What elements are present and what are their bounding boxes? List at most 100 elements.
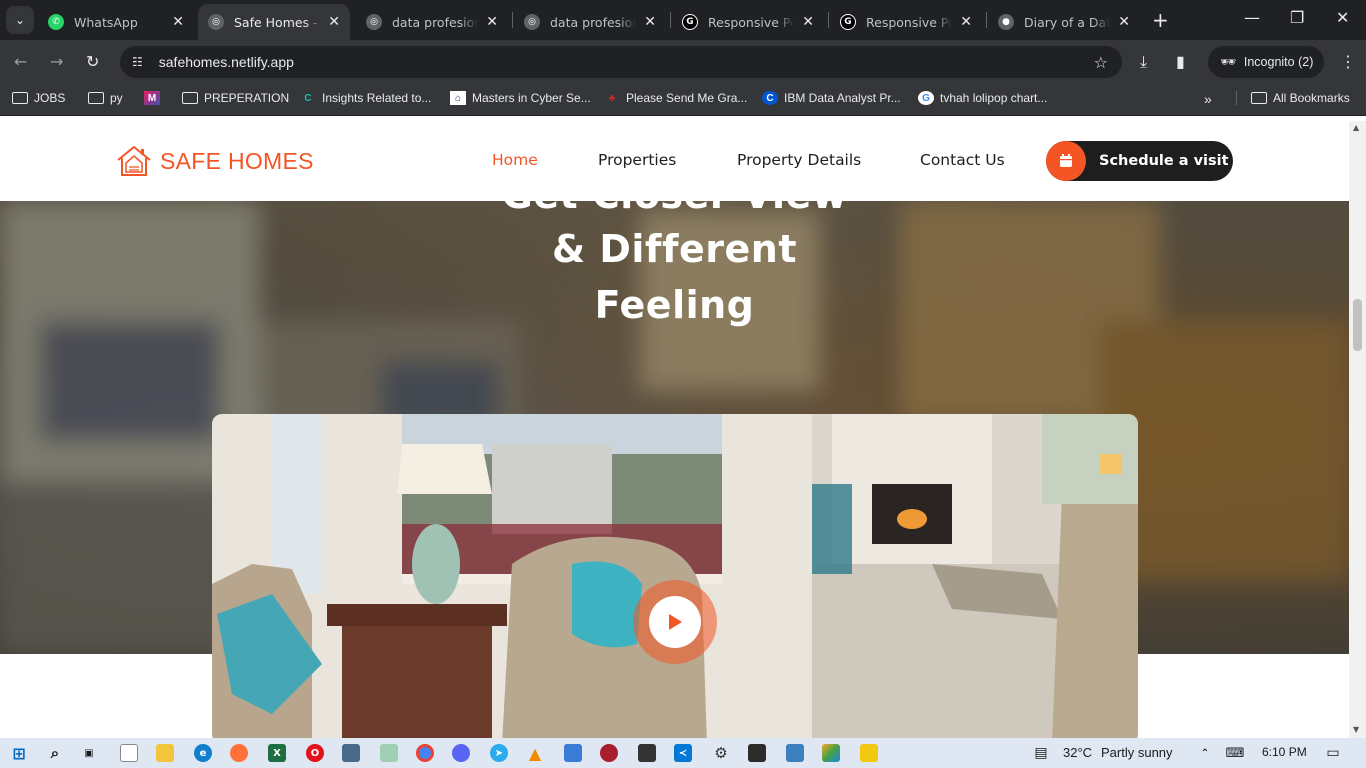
bookmark-ibm[interactable]: C IBM Data Analyst Pr... [762,91,901,105]
keyboard-icon[interactable]: ⌨ [1226,744,1245,762]
bookmark-insights[interactable]: C Insights Related to... [300,91,431,105]
bookmark-tvhah[interactable]: G tvhah lolipop chart... [918,91,1047,105]
github-icon: G [682,14,698,30]
close-icon[interactable]: ✕ [960,14,972,30]
app-icon[interactable] [380,744,398,762]
vscode-icon[interactable]: ≺ [674,744,692,762]
close-window-icon[interactable]: ✕ [1336,8,1349,27]
close-icon[interactable]: ✕ [1118,14,1130,30]
forward-icon[interactable]: → [50,52,63,71]
whatsapp-icon: ✆ [48,14,64,30]
minimize-icon[interactable]: — [1244,8,1260,27]
close-icon[interactable]: ✕ [172,14,184,30]
weather-icon[interactable]: ▤ [1032,744,1050,762]
site-info-icon[interactable]: ☷ [132,55,143,69]
firefox-icon[interactable] [230,744,248,762]
calendar-icon [1046,141,1086,181]
play-button[interactable] [633,580,717,664]
reload-icon[interactable]: ↻ [86,52,99,71]
bookmark-please-send[interactable]: ♣ Please Send Me Gra... [604,91,748,105]
tab-data-profesional-1[interactable]: ◎ data profesional ✕ [356,4,508,40]
nav-property-details[interactable]: Property Details [737,151,861,169]
app-icon[interactable] [822,744,840,762]
bookmark-label: Insights Related to... [322,91,432,105]
search-icon[interactable]: ⌕ [46,744,64,762]
all-bookmarks[interactable]: All Bookmarks [1236,91,1350,105]
tab-whatsapp[interactable]: ✆ WhatsApp ✕ [38,4,194,40]
close-icon[interactable]: ✕ [802,14,814,30]
excel-icon[interactable]: X [268,744,286,762]
menu-kebab-icon[interactable]: ⋮ [1340,52,1356,71]
close-icon[interactable]: ✕ [644,14,656,30]
terminal-icon[interactable] [748,744,766,762]
tab-title: data profesional [392,14,478,30]
task-view-icon[interactable]: ▣ [80,744,98,762]
nav-properties[interactable]: Properties [598,151,676,169]
more-bookmarks-icon[interactable]: » [1204,91,1212,107]
bookmark-star-icon[interactable]: ☆ [1094,53,1108,72]
bookmark-masters-cyber[interactable]: ⌂ Masters in Cyber Se... [450,91,591,105]
folder-icon [182,92,198,104]
app-icon[interactable] [342,744,360,762]
page-scrollbar[interactable]: ▲ ▼ [1349,121,1366,738]
nav-home[interactable]: Home [492,151,538,169]
tab-title: data profesional [550,14,636,30]
weather-temp[interactable]: 32°C [1063,745,1092,760]
power-bi-icon[interactable] [860,744,878,762]
file-explorer-icon[interactable] [156,744,174,762]
tab-safe-homes[interactable]: ◎ Safe Homes - Re ✕ [198,4,350,40]
side-panel-icon[interactable]: ▮ [1176,52,1185,71]
opera-icon[interactable]: O [306,744,324,762]
nav-contact-us[interactable]: Contact Us [920,151,1005,169]
tab-search-button[interactable]: ⌄ [6,6,34,34]
app-icon[interactable] [564,744,582,762]
bookmark-py[interactable]: py [88,91,123,105]
bookmark-label: tvhah lolipop chart... [940,91,1048,105]
telegram-icon[interactable]: ➤ [490,744,508,762]
weather-desc[interactable]: Partly sunny [1101,745,1173,760]
chevron-up-icon[interactable]: ⌃ [1196,744,1214,762]
bookmark-app[interactable]: M [144,91,166,105]
university-icon: ⌂ [450,91,466,105]
restore-icon[interactable]: ❐ [1290,8,1304,27]
back-icon[interactable]: ← [14,52,27,71]
bookmark-jobs[interactable]: JOBS [12,91,65,105]
windows-start-icon[interactable]: ⊞ [10,744,28,763]
edge-icon[interactable]: e [194,744,212,762]
settings-gear-icon[interactable]: ⚙ [712,744,730,762]
site-logo[interactable]: SAFE HOMES [116,145,314,177]
clock[interactable]: 6:10 PM [1262,745,1307,759]
app-icon[interactable] [638,744,656,762]
coursera-icon: C [762,91,778,105]
bookmark-label: Masters in Cyber Se... [472,91,591,105]
address-bar[interactable]: ☷ safehomes.netlify.app ☆ [120,46,1122,78]
notifications-icon[interactable]: ▭ [1324,744,1342,762]
close-icon[interactable]: ✕ [328,14,340,30]
discord-icon[interactable] [452,744,470,762]
vlc-icon[interactable]: ▲ [526,744,544,763]
app-icon[interactable] [600,744,618,762]
incognito-badge[interactable]: 🕶 Incognito (2) [1208,46,1324,78]
tab-responsive-portfolio-1[interactable]: G Responsive Portf ✕ [672,4,824,40]
tab-data-profesional-2[interactable]: ◎ data profesional ✕ [514,4,666,40]
download-icon[interactable]: ⤓ [1140,52,1147,72]
leaf-icon: ♣ [608,92,616,104]
tab-diary-data-analyst[interactable]: ● Diary of a Data A ✕ [988,4,1140,40]
close-icon[interactable]: ✕ [486,14,498,30]
scrollbar-thumb[interactable] [1353,299,1362,351]
bookmarks-bar: JOBS py M PREPERATION C Insights Related… [0,84,1366,116]
scroll-down-icon[interactable]: ▼ [1353,725,1359,734]
house-logo-icon [117,145,151,176]
tab-title: Responsive Portf [708,14,794,30]
property-video[interactable] [212,414,1138,738]
bookmark-preperation[interactable]: PREPERATION [182,91,289,105]
notepad-icon[interactable] [120,744,138,762]
photos-icon[interactable] [786,744,804,762]
globe-icon: ◎ [208,14,224,30]
tab-responsive-portfolio-2[interactable]: G Responsive Portf ✕ [830,4,982,40]
globe-icon: ◎ [366,14,382,30]
chrome-icon[interactable] [416,744,434,762]
new-tab-button[interactable]: + [1152,8,1169,32]
scroll-up-icon[interactable]: ▲ [1353,123,1359,132]
schedule-visit-button[interactable]: Schedule a visit [1046,141,1233,181]
